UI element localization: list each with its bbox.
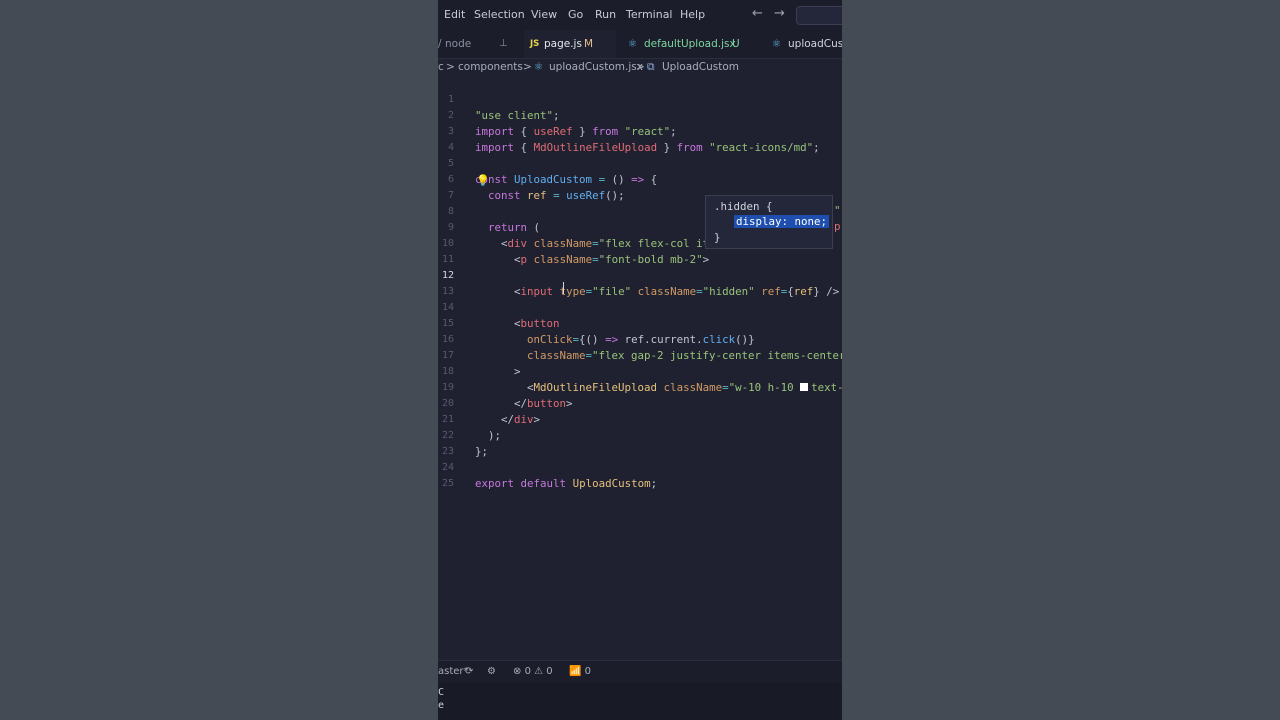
menu-help[interactable]: Help xyxy=(680,8,705,21)
menu-terminal[interactable]: Terminal xyxy=(626,8,673,21)
tab-page-js[interactable]: JS page.js M xyxy=(524,30,616,58)
modified-badge: M xyxy=(584,38,594,50)
symbol-icon: ⧉ xyxy=(647,61,655,73)
terminal-line: C xyxy=(438,687,445,698)
warning-icon: ⚠ xyxy=(534,666,544,677)
code-line: 20 </div> xyxy=(438,380,842,426)
code-line: 16 className="flex gap-2 justify-center … xyxy=(438,316,842,362)
sync-icon[interactable]: ⟳ xyxy=(465,666,473,677)
react-file-icon: ⚛ xyxy=(772,38,782,50)
menu-selection[interactable]: Selection xyxy=(474,8,525,21)
errors-status[interactable]: ⊗ 0 ⚠ 0 xyxy=(513,666,553,677)
terminal-line: e xyxy=(438,700,445,711)
tab-bar: / node ⊥ JS page.js M ⚛ defaultUpload.js… xyxy=(438,30,842,59)
text-cursor xyxy=(563,282,564,294)
untracked-badge: U xyxy=(732,38,740,50)
hover-declaration: display: none; xyxy=(734,215,830,228)
code-line-active: 12 <input type="file" className="hidden"… xyxy=(438,252,842,298)
command-center-search[interactable] xyxy=(796,6,842,25)
code-line: 4 xyxy=(438,124,842,153)
breadcrumb-separator: > xyxy=(446,61,455,73)
error-icon: ⊗ xyxy=(513,666,522,677)
code-line: 13 xyxy=(438,268,842,297)
js-file-icon: JS xyxy=(530,39,540,49)
hover-selected-text: display: none; xyxy=(734,215,830,228)
code-line: 15 onClick={() => ref.current.click()} xyxy=(438,300,842,346)
react-file-icon: ⚛ xyxy=(534,61,544,73)
error-count: 0 xyxy=(524,666,531,677)
code-line: 17 > xyxy=(438,332,842,378)
menu-bar: Edit Selection View Go Run Terminal Help… xyxy=(438,0,842,30)
extensions-icon[interactable]: ⚙ xyxy=(487,666,496,677)
code-line: 3 import { MdOutlineFileUpload } from "r… xyxy=(438,108,842,154)
ports-status[interactable]: 📶 0 xyxy=(569,666,591,677)
background-left xyxy=(0,0,438,720)
code-line: 18 <MdOutlineFileUpload className="w-10 … xyxy=(438,348,842,394)
code-line: 1 "use client"; xyxy=(438,76,842,122)
tab-label: uploadCust xyxy=(788,38,842,50)
terminal-panel[interactable]: C e xyxy=(438,683,842,720)
tab-label: node xyxy=(445,38,472,50)
line-number: 25 xyxy=(441,478,454,489)
code-line: 2 import { useRef } from "react"; xyxy=(438,92,842,138)
code-line: 5 const UploadCustom = () => { xyxy=(438,140,842,186)
code-line: 7 xyxy=(438,172,842,201)
css-hover-popup: .hidden { display: none; } xyxy=(705,195,833,249)
tab-node[interactable]: / node ⊥ xyxy=(438,30,520,58)
arrow-left-icon[interactable]: ← xyxy=(752,6,763,21)
code-line: 6 const ref = useRef(); xyxy=(438,156,842,202)
code-line: 19 </button> xyxy=(438,364,842,410)
ports-count: 0 xyxy=(584,666,592,677)
lightbulb-icon[interactable]: 💡 xyxy=(476,174,490,187)
pin-icon[interactable]: ⊥ xyxy=(499,30,508,58)
code-text: export default UploadCustom; xyxy=(475,477,658,490)
menu-run[interactable]: Run xyxy=(595,8,616,21)
warning-count: 0 xyxy=(546,666,553,677)
code-line: 25 xyxy=(438,460,842,489)
terminal-icon: / xyxy=(438,38,442,50)
menu-edit[interactable]: Edit xyxy=(444,8,465,21)
breadcrumb: c > components > ⚛ uploadCustom.jsx > ⧉ … xyxy=(438,60,842,76)
background-right xyxy=(842,0,1280,720)
hover-close-brace: } xyxy=(714,231,721,244)
code-line: 22 }; xyxy=(438,412,842,458)
hover-selector: .hidden { xyxy=(714,200,773,213)
arrow-right-icon[interactable]: → xyxy=(774,6,785,21)
code-line: 23 xyxy=(438,428,842,457)
tab-label: page.js xyxy=(544,38,582,50)
tab-label: defaultUpload.jsx xyxy=(644,38,736,50)
status-bar: aster* ⟳ ⚙ ⊗ 0 ⚠ 0 📶 0 xyxy=(438,660,842,683)
code-line: 14 <button xyxy=(438,284,842,330)
tab-default-upload[interactable]: ⚛ defaultUpload.jsx U xyxy=(624,30,754,58)
breadcrumb-separator: > xyxy=(636,61,645,73)
branch-indicator[interactable]: aster* xyxy=(438,666,469,677)
breadcrumb-file[interactable]: uploadCustom.jsx xyxy=(549,61,643,73)
code-line: 21 ); xyxy=(438,396,842,442)
breadcrumb-separator: > xyxy=(523,61,532,73)
code-line: 24 export default UploadCustom; xyxy=(438,444,842,490)
breadcrumb-symbol[interactable]: UploadCustom xyxy=(662,61,739,73)
vscode-window: Edit Selection View Go Run Terminal Help… xyxy=(438,0,842,720)
tab-upload-custom[interactable]: ⚛ uploadCust xyxy=(772,30,842,58)
code-overflow-fragment: "; xyxy=(834,204,842,217)
menu-go[interactable]: Go xyxy=(568,8,583,21)
menu-view[interactable]: View xyxy=(531,8,557,21)
antenna-icon: 📶 xyxy=(569,666,582,677)
breadcrumb-src[interactable]: c xyxy=(438,61,444,73)
breadcrumb-folder[interactable]: components xyxy=(458,61,523,73)
code-overflow-fragment: p: xyxy=(834,220,842,233)
react-file-icon: ⚛ xyxy=(628,38,638,50)
